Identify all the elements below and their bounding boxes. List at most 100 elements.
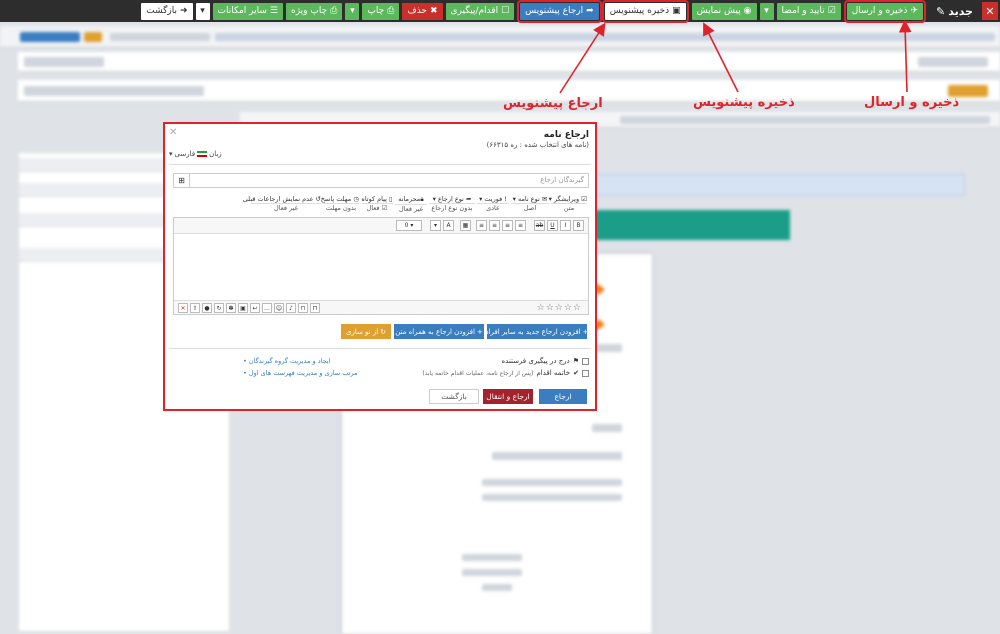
upload-icon[interactable]: ⇧ bbox=[190, 303, 200, 313]
priority-link-label: مرتب سازی و مدیریت فهرست های اول bbox=[248, 369, 358, 377]
reset-button[interactable]: ↻ از نو سازی bbox=[341, 324, 391, 339]
preview-button[interactable]: ◉ پیش نمایش bbox=[691, 2, 757, 20]
smile-icon[interactable]: ☺ bbox=[274, 303, 284, 313]
caret-down-icon: ▾ bbox=[764, 6, 769, 16]
flag-icon: ⚑ bbox=[572, 357, 579, 365]
image-icon[interactable]: ▣ bbox=[238, 303, 248, 313]
option-letter-type[interactable]: ✉ نوع نامه ▾ اصل bbox=[511, 195, 549, 215]
lock-alt-icon[interactable]: ⊓ bbox=[310, 303, 320, 313]
paw-icon[interactable]: ✽ bbox=[226, 303, 236, 313]
print-button[interactable]: ⎙ چاپ bbox=[362, 2, 400, 20]
priority-link[interactable]: مرتب سازی و مدیریت فهرست های اول • bbox=[243, 369, 358, 377]
groups-link[interactable]: ایجاد و مدیریت گروه گیرندگان • bbox=[243, 357, 330, 365]
option-hide-history[interactable]: ↺ عدم نمایش ارجاعات قبلی غیر فعال bbox=[243, 195, 321, 215]
align-justify-icon[interactable]: ≡ bbox=[476, 220, 487, 231]
save-draft-label: ذخیره پیشنویس bbox=[609, 6, 670, 16]
delete-label: حذف bbox=[407, 6, 427, 16]
lock-icon: 🔒︎ bbox=[420, 195, 424, 203]
delete-button[interactable]: ✖ حذف bbox=[402, 2, 443, 20]
strike-icon[interactable]: ab bbox=[534, 220, 545, 231]
confirm-sign-label: تایید و امضا bbox=[781, 6, 825, 16]
add-refer-others-label: افزودن ارجاع جدید به سایر افراد bbox=[485, 327, 581, 336]
option-hide-history-value: غیر فعال bbox=[251, 203, 321, 212]
share-icon: ➦ bbox=[465, 195, 472, 203]
sitemap-icon[interactable]: ⊞ bbox=[174, 174, 190, 187]
check-icon: ☑ bbox=[381, 204, 388, 212]
add-refer-others-button[interactable]: + افزودن ارجاع جدید به سایر افراد bbox=[485, 324, 589, 339]
font-color-icon[interactable]: A bbox=[443, 220, 454, 231]
preview-label: پیش نمایش bbox=[696, 6, 741, 16]
rating-stars-icon[interactable]: ☆☆☆☆☆ bbox=[537, 303, 582, 313]
option-editor[interactable]: ☑ ویرایشگر ▾ متن bbox=[549, 195, 587, 215]
subject-bar bbox=[18, 52, 1000, 72]
plus-icon: + bbox=[582, 327, 589, 336]
print-label: چاپ bbox=[367, 6, 385, 16]
editing-banner bbox=[590, 210, 790, 240]
special-print-button[interactable]: ⎙ چاپ ویژه bbox=[286, 2, 343, 20]
action-followup-button[interactable]: ☐ اقدام/پیگیری bbox=[445, 2, 515, 20]
followup-checkbox[interactable]: ⚑ درج در پیگیری فرستنده bbox=[502, 357, 589, 365]
caret-down-icon: ▾ bbox=[200, 6, 205, 16]
underline-icon[interactable]: U bbox=[547, 220, 558, 231]
more-options-button[interactable]: ☰ سایر امکانات bbox=[212, 2, 283, 20]
history-icon: ↺ bbox=[315, 195, 321, 203]
circle-icon[interactable]: ● bbox=[202, 303, 212, 313]
option-sms-label: پیام کوتاه bbox=[361, 195, 387, 203]
send-save-button[interactable]: ✈ ذخیره و ارسال bbox=[843, 0, 927, 23]
refresh-icon: ↻ bbox=[380, 327, 387, 336]
meta-bar bbox=[0, 26, 1000, 48]
table-icon[interactable]: ▦ bbox=[460, 220, 471, 231]
remove-icon[interactable]: ✕ bbox=[178, 303, 188, 313]
dialog-close-icon[interactable]: ✕ bbox=[169, 127, 177, 138]
refer-transfer-button[interactable]: ارجاع و انتقال bbox=[483, 389, 533, 404]
option-confidential[interactable]: 🔒︎محرمانه غیر فعال bbox=[395, 195, 427, 215]
confirm-sign-button[interactable]: ☑ تایید و امضا bbox=[776, 2, 841, 20]
option-sms[interactable]: ▯ پیام کوتاه ☑ فعال bbox=[361, 195, 393, 215]
end-action-checkbox[interactable]: ✔ خاتمه اقدام (پس از ارجاع نامه، عملیات … bbox=[422, 369, 589, 377]
close-icon[interactable]: ✕ bbox=[982, 2, 998, 20]
microphone-icon[interactable]: ♪ bbox=[286, 303, 296, 313]
more-options-dropdown[interactable]: ▾ bbox=[195, 2, 210, 20]
font-size-select[interactable]: 0 ▾ bbox=[396, 220, 422, 231]
receivers-input[interactable]: گیرندگان ارجاع ⊞ bbox=[173, 173, 589, 188]
end-action-note: (پس از ارجاع نامه، عملیات اقدام خاتمه یا… bbox=[422, 369, 534, 377]
text-editor[interactable]: B I U ab ≡ ≡ ≡ ≡ ▦ A ▾ 0 ▾ ☆☆☆☆☆ ✕ ⇧ ● ↻… bbox=[173, 217, 589, 315]
option-refer-type[interactable]: ➦ نوع ارجاع ▾ بدون نوع ارجاع bbox=[429, 195, 475, 215]
bold-icon[interactable]: B bbox=[573, 220, 584, 231]
action-followup-label: اقدام/پیگیری bbox=[450, 6, 499, 16]
editor-toolbar: B I U ab ≡ ≡ ≡ ≡ ▦ A ▾ 0 ▾ bbox=[174, 218, 588, 234]
align-center-icon[interactable]: ≡ bbox=[502, 220, 513, 231]
refer-dialog: ✕ ارجاع نامه (نامه های انتخاب شده : ره ۶… bbox=[163, 122, 597, 411]
add-refer-text-button[interactable]: + افزودن ارجاع به همراه متن bbox=[394, 324, 484, 339]
checkbox-box[interactable] bbox=[582, 357, 589, 365]
align-left-icon[interactable]: ≡ bbox=[489, 220, 500, 231]
refresh-icon[interactable]: ↻ bbox=[214, 303, 224, 313]
special-print-label: چاپ ویژه bbox=[291, 6, 328, 16]
color-dropdown-icon[interactable]: ▾ bbox=[430, 220, 441, 231]
reply-icon[interactable]: ↩ bbox=[250, 303, 260, 313]
option-priority[interactable]: ! فوریت ▾ عادی bbox=[477, 195, 509, 215]
confirm-dropdown-button[interactable]: ▾ bbox=[759, 2, 774, 20]
refer-draft-button[interactable]: ➦ ارجاع پیشنویس bbox=[517, 0, 602, 23]
annotation-save-draft: ذخیره پیشنویس bbox=[693, 95, 795, 110]
back-label: بازگشت bbox=[146, 6, 177, 16]
groups-link-label: ایجاد و مدیریت گروه گیرندگان bbox=[248, 357, 331, 365]
option-deadline-value: بدون مهلت bbox=[323, 203, 359, 212]
dialog-back-button[interactable]: بازگشت bbox=[429, 389, 479, 404]
dots-icon[interactable]: … bbox=[262, 303, 272, 313]
exclamation-icon: ! bbox=[504, 195, 507, 203]
new-title: جدید ✎ bbox=[930, 5, 979, 18]
print-dropdown-button[interactable]: ▾ bbox=[345, 2, 360, 20]
language-value: فارسی bbox=[174, 150, 196, 158]
dialog-subtitle: (نامه های انتخاب شده : ره ۶۶۳۱۵) bbox=[486, 141, 589, 149]
option-deadline[interactable]: ◷ مهلت پاسخ بدون مهلت bbox=[321, 195, 359, 215]
align-right-icon[interactable]: ≡ bbox=[515, 220, 526, 231]
refer-button[interactable]: ارجاع bbox=[539, 389, 587, 404]
save-draft-button[interactable]: ▣ ذخیره پیشنویس bbox=[601, 0, 689, 23]
language-selector[interactable]: زبان فارسی ▾ bbox=[169, 150, 222, 158]
italic-icon[interactable]: I bbox=[560, 220, 571, 231]
lock-icon[interactable]: ⊓ bbox=[298, 303, 308, 313]
checkbox-box[interactable] bbox=[582, 369, 589, 377]
editor-bottom-bar: ☆☆☆☆☆ ✕ ⇧ ● ↻ ✽ ▣ ↩ … ☺ ♪ ⊓ ⊓ bbox=[174, 300, 588, 314]
back-button[interactable]: ➜ بازگشت bbox=[141, 2, 193, 20]
